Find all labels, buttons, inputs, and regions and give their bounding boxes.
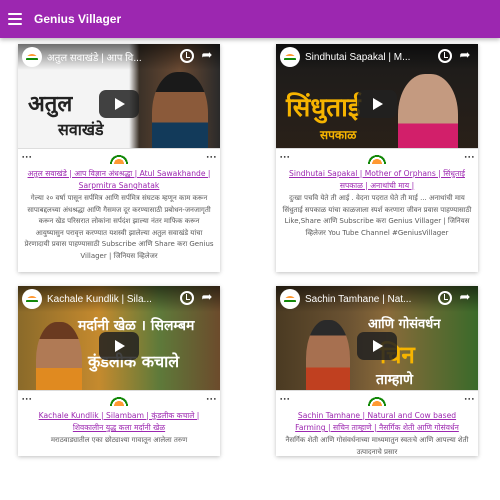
channel-emblem-icon — [104, 391, 134, 406]
video-card: मर्दानी खेळ । सिलम्बम कुंडलीक कचाले Kach… — [18, 286, 220, 456]
video-title[interactable]: Sindhutai Sapakal | M... — [305, 52, 433, 63]
video-thumbnail[interactable]: सिंधुताई सपकाळ Sindhutai Sapakal | M... … — [276, 44, 478, 164]
play-button-icon[interactable] — [99, 332, 139, 360]
social-icons: ● ● ● — [206, 396, 216, 401]
thumbnail-footer: ● ● ● ● ● ● — [18, 148, 220, 164]
thumbnail-text: सिंधुताई — [286, 93, 361, 123]
share-icon[interactable]: ➦ — [458, 291, 472, 305]
share-icon[interactable]: ➦ — [200, 49, 214, 63]
card-title-link[interactable]: Sachin Tamhane | Natural and Cow based F… — [282, 410, 472, 434]
card-title-link[interactable]: अतुल सवाखंडे | आप विज्ञान अंधश्रद्धा | A… — [24, 168, 214, 192]
watch-later-icon[interactable] — [180, 291, 194, 305]
watch-later-icon[interactable] — [438, 291, 452, 305]
social-icons: ● ● ● — [22, 396, 32, 401]
card-title-link[interactable]: Sindhutai Sapakal | Mother of Orphans | … — [282, 168, 472, 192]
card-description: दुःखा पचवि येते ती आई . वेदना पदरात घेते… — [282, 194, 472, 237]
thumbnail-footer: ● ● ● ● ● ● — [18, 390, 220, 406]
channel-emblem-icon — [362, 149, 392, 164]
channel-emblem-icon — [104, 149, 134, 164]
card-description: गेल्या २० वर्षा पासून सर्पमित्र आणि सर्प… — [24, 194, 214, 260]
play-button-icon[interactable] — [357, 90, 397, 118]
thumbnail-footer: ● ● ● ● ● ● — [276, 148, 478, 164]
video-card: अतुल सवाखंडे अतुल सवाखंडे | आप वि... ➦ ●… — [18, 44, 220, 272]
watch-later-icon[interactable] — [438, 49, 452, 63]
channel-logo-icon[interactable] — [280, 289, 300, 309]
video-title[interactable]: Sachin Tamhane | Nat... — [305, 294, 433, 305]
video-thumbnail[interactable]: आणि गोसंवर्धन चिन ताम्हाणे Sachin Tamhan… — [276, 286, 478, 406]
video-title[interactable]: अतुल सवाखंडे | आप वि... — [47, 50, 175, 64]
video-title[interactable]: Kachale Kundlik | Sila... — [47, 294, 175, 305]
channel-logo-icon[interactable] — [22, 289, 42, 309]
share-icon[interactable]: ➦ — [458, 49, 472, 63]
play-button-icon[interactable] — [357, 332, 397, 360]
thumbnail-text: आणि गोसंवर्धन — [368, 317, 441, 332]
thumbnail-footer: ● ● ● ● ● ● — [276, 390, 478, 406]
thumbnail-text: मर्दानी खेळ । सिलम्बम — [78, 318, 195, 334]
video-thumbnail[interactable]: मर्दानी खेळ । सिलम्बम कुंडलीक कचाले Kach… — [18, 286, 220, 406]
channel-logo-icon[interactable] — [280, 47, 300, 67]
menu-icon[interactable] — [8, 13, 22, 25]
watch-later-icon[interactable] — [180, 49, 194, 63]
thumbnail-text: अतुल — [28, 91, 73, 117]
video-card: आणि गोसंवर्धन चिन ताम्हाणे Sachin Tamhan… — [276, 286, 478, 456]
channel-emblem-icon — [362, 391, 392, 406]
social-icons: ● ● ● — [206, 154, 216, 159]
social-icons: ● ● ● — [464, 396, 474, 401]
social-icons: ● ● ● — [280, 396, 290, 401]
social-icons: ● ● ● — [464, 154, 474, 159]
app-bar: Genius Villager — [0, 0, 500, 38]
channel-logo-icon[interactable] — [22, 47, 42, 67]
share-icon[interactable]: ➦ — [200, 291, 214, 305]
app-title: Genius Villager — [34, 12, 122, 26]
video-card: सिंधुताई सपकाळ Sindhutai Sapakal | M... … — [276, 44, 478, 272]
video-thumbnail[interactable]: अतुल सवाखंडे अतुल सवाखंडे | आप वि... ➦ ●… — [18, 44, 220, 164]
card-title-link[interactable]: Kachale Kundlik | Silambam | कुंडलीक कचा… — [24, 410, 214, 434]
social-icons: ● ● ● — [22, 154, 32, 159]
card-description: मराठवाड्यातील एका छोट्याश्या गावातून आले… — [50, 436, 188, 444]
thumbnail-subtext: सपकाळ — [320, 128, 357, 142]
play-button-icon[interactable] — [99, 90, 139, 118]
card-description: नैसर्गिक शेती आणि गोसंवर्धनाच्या माध्यमा… — [285, 436, 469, 456]
thumbnail-subtext: सवाखंडे — [58, 120, 104, 139]
social-icons: ● ● ● — [280, 154, 290, 159]
thumbnail-subtext-2: ताम्हाणे — [376, 372, 414, 388]
